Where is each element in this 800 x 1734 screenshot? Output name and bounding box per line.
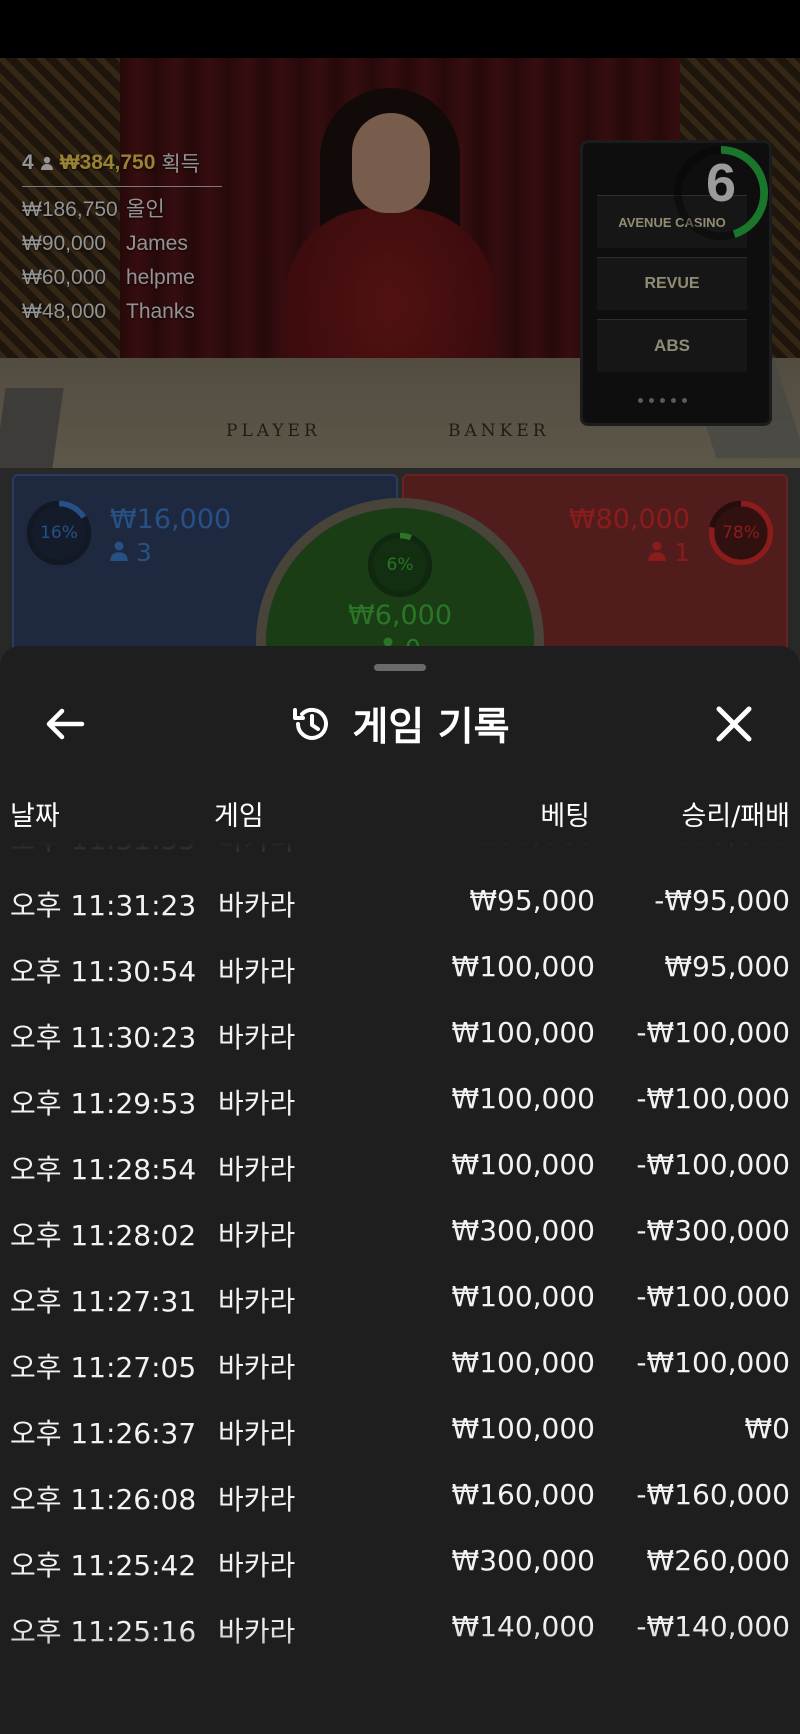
- row-result: -₩100,000: [636, 1280, 790, 1313]
- history-list[interactable]: 오후 11:31:55바카라₩100,000₩100,000오후 11:31:2…: [0, 838, 800, 1734]
- column-game: 게임: [214, 801, 264, 832]
- row-date: 오후 11:26:08: [10, 1483, 197, 1516]
- row-bet: ₩95,000: [469, 884, 595, 917]
- row-date: 오후 11:27:05: [10, 1351, 197, 1384]
- row-result: -₩95,000: [654, 884, 790, 917]
- sheet-header: 게임 기록: [0, 694, 800, 754]
- drag-handle[interactable]: [374, 664, 426, 671]
- row-game: 바카라: [218, 1417, 296, 1450]
- column-date: 날짜: [10, 801, 60, 832]
- table-row[interactable]: 오후 11:29:53 바카라 ₩100,000 -₩100,000: [0, 1066, 800, 1132]
- table-row[interactable]: 오후 11:27:05 바카라 ₩100,000 -₩100,000: [0, 1330, 800, 1396]
- row-result: -₩100,000: [636, 1346, 790, 1379]
- row-game: 바카라: [218, 889, 296, 922]
- row-result: ₩260,000: [646, 1544, 790, 1577]
- history-table-header: 날짜 게임 베팅 승리/패배: [0, 794, 800, 834]
- row-date: 오후 11:27:31: [10, 1285, 197, 1318]
- row-date: 오후 11:30:23: [10, 1021, 197, 1054]
- table-row[interactable]: 오후 11:30:54 바카라 ₩100,000 ₩95,000: [0, 934, 800, 1000]
- row-bet: ₩300,000: [451, 1214, 595, 1247]
- game-history-sheet: 게임 기록 날짜 게임 베팅 승리/패배 오후 11:31:55바카라₩100,…: [0, 646, 800, 1734]
- table-row[interactable]: 오후 11:25:42 바카라 ₩300,000 ₩260,000: [0, 1528, 800, 1594]
- row-result: -₩100,000: [636, 1148, 790, 1181]
- row-game: 바카라: [218, 1087, 296, 1120]
- row-date: 오후 11:28:02: [10, 1219, 197, 1252]
- list-fade-top: [0, 838, 800, 878]
- row-bet: ₩100,000: [451, 1082, 595, 1115]
- row-bet: ₩100,000: [451, 1280, 595, 1313]
- row-result: -₩160,000: [636, 1478, 790, 1511]
- close-button[interactable]: [706, 696, 762, 752]
- history-clock-icon: [293, 707, 329, 740]
- column-bet: 베팅: [540, 801, 590, 832]
- close-icon: [716, 706, 752, 742]
- row-game: 바카라: [218, 1153, 296, 1186]
- sheet-title: 게임 기록: [352, 705, 510, 750]
- table-row[interactable]: 오후 11:28:54 바카라 ₩100,000 -₩100,000: [0, 1132, 800, 1198]
- row-result: -₩300,000: [636, 1214, 790, 1247]
- row-result: -₩100,000: [636, 1082, 790, 1115]
- row-bet: ₩100,000: [451, 950, 595, 983]
- row-game: 바카라: [218, 1219, 296, 1252]
- row-game: 바카라: [218, 1549, 296, 1582]
- table-row[interactable]: 오후 11:28:02 바카라 ₩300,000 -₩300,000: [0, 1198, 800, 1264]
- row-result: ₩0: [744, 1412, 791, 1445]
- row-date: 오후 11:29:53: [10, 1087, 197, 1120]
- row-date: 오후 11:25:42: [10, 1549, 197, 1582]
- row-bet: ₩100,000: [451, 1016, 595, 1049]
- table-row[interactable]: 오후 11:26:37 바카라 ₩100,000 ₩0: [0, 1396, 800, 1462]
- row-game: 바카라: [218, 1021, 296, 1054]
- row-date: 오후 11:30:54: [10, 955, 197, 988]
- row-bet: ₩100,000: [451, 1148, 595, 1181]
- row-game: 바카라: [218, 955, 296, 988]
- row-date: 오후 11:28:54: [10, 1153, 197, 1186]
- table-row[interactable]: 오후 11:26:08 바카라 ₩160,000 -₩160,000: [0, 1462, 800, 1528]
- row-game: 바카라: [218, 1285, 296, 1318]
- table-row[interactable]: 오후 11:30:23 바카라 ₩100,000 -₩100,000: [0, 1000, 800, 1066]
- row-date: 오후 11:31:23: [10, 889, 197, 922]
- row-date: 오후 11:26:37: [10, 1417, 197, 1450]
- row-result: ₩95,000: [664, 950, 790, 983]
- table-row[interactable]: 오후 11:27:31 바카라 ₩100,000 -₩100,000: [0, 1264, 800, 1330]
- row-game: 바카라: [218, 1351, 296, 1384]
- row-bet: ₩300,000: [451, 1544, 595, 1577]
- column-result: 승리/패배: [681, 801, 790, 832]
- list-fade-bottom: [0, 1624, 800, 1734]
- row-result: -₩100,000: [636, 1016, 790, 1049]
- row-bet: ₩160,000: [451, 1478, 595, 1511]
- row-bet: ₩100,000: [451, 1346, 595, 1379]
- row-game: 바카라: [218, 1483, 296, 1516]
- row-bet: ₩100,000: [451, 1412, 595, 1445]
